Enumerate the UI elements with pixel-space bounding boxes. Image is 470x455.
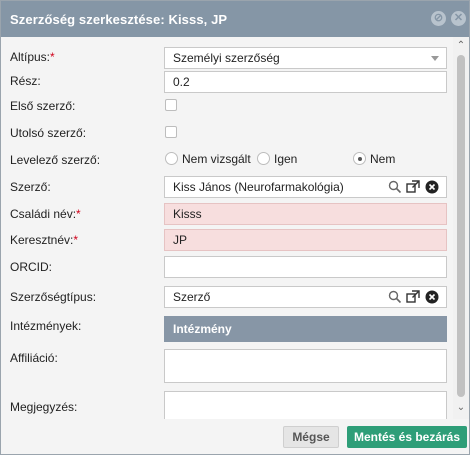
orcid-input[interactable] xyxy=(164,256,447,278)
clear-icon[interactable] xyxy=(425,180,439,194)
share-input[interactable]: 0.2 xyxy=(164,71,447,93)
authorship-type-value: Szerző xyxy=(173,290,211,304)
subtype-select[interactable]: Személyi szerzőség xyxy=(164,47,447,69)
row-authorship-type: Szerzőségtípus: Szerző xyxy=(1,278,453,308)
radio-circle-selected xyxy=(353,152,366,165)
given-name-input[interactable]: JP xyxy=(164,229,447,251)
row-affiliation: Affiliáció: xyxy=(1,344,453,386)
author-label: Szerző: xyxy=(10,180,51,194)
given-name-label: Keresztnév:* xyxy=(10,233,79,247)
row-share: Rész: 0.2 xyxy=(1,67,453,95)
row-institutions: Intézmények: Intézmény xyxy=(1,308,453,342)
row-given-name: Keresztnév:* JP xyxy=(1,224,453,252)
author-value: Kiss János (Neurofarmakológia) xyxy=(173,180,344,194)
chevron-down-icon[interactable]: ⌄ xyxy=(456,403,466,413)
form-body: Altípus:* Személyi szerzőség Rész: 0.2 E… xyxy=(1,37,453,419)
help-icon[interactable]: ⊘ xyxy=(431,11,446,26)
edit-authorship-dialog: Szerzőség szerkesztése: Kisss, JP ⊘ ✕ Al… xyxy=(0,0,470,455)
last-author-checkbox[interactable] xyxy=(165,126,177,138)
affiliation-label: Affiliáció: xyxy=(10,351,58,365)
orcid-label: ORCID: xyxy=(10,260,52,274)
share-label: Rész: xyxy=(10,74,41,88)
radio-label: Nem vizsgált xyxy=(182,152,251,166)
row-author: Szerző: Kiss János (Neurofarmakológia) xyxy=(1,170,453,198)
search-icon[interactable] xyxy=(388,290,402,304)
open-in-new-icon[interactable] xyxy=(406,180,420,194)
row-note: Megjegyzés: xyxy=(1,386,453,419)
row-last-author: Utolsó szerző: xyxy=(1,119,453,147)
scrollbar-thumb[interactable] xyxy=(457,55,465,397)
note-textarea[interactable] xyxy=(164,391,447,419)
row-orcid: ORCID: xyxy=(1,251,453,279)
dialog-title: Szerzőség szerkesztése: Kisss, JP xyxy=(10,12,228,27)
dialog-footer: Mégse Mentés és bezárás xyxy=(1,419,469,454)
family-name-label: Családi név:* xyxy=(10,207,81,221)
institutions-label: Intézmények: xyxy=(10,319,82,333)
last-author-label: Utolsó szerző: xyxy=(10,126,87,140)
subtype-label: Altípus:* xyxy=(10,50,55,64)
cancel-button[interactable]: Mégse xyxy=(283,426,339,448)
radio-circle xyxy=(257,152,270,165)
search-icon[interactable] xyxy=(388,180,402,194)
chevron-up-icon[interactable]: ⌃ xyxy=(456,41,466,51)
clear-icon[interactable] xyxy=(425,290,439,304)
save-and-close-button[interactable]: Mentés és bezárás xyxy=(347,426,467,448)
radio-circle xyxy=(165,152,178,165)
institutions-grid-header: Intézmény xyxy=(164,316,447,342)
chevron-down-icon xyxy=(431,56,439,61)
first-author-checkbox[interactable] xyxy=(165,99,177,111)
family-name-input[interactable]: Kisss xyxy=(164,203,447,225)
radio-label: Nem xyxy=(370,152,396,166)
subtype-value: Személyi szerzőség xyxy=(173,51,280,65)
dialog-titlebar: Szerzőség szerkesztése: Kisss, JP ⊘ ✕ xyxy=(1,1,469,37)
vertical-scrollbar[interactable]: ⌃ ⌄ xyxy=(453,37,469,419)
row-family-name: Családi név:* Kisss xyxy=(1,198,453,226)
open-in-new-icon[interactable] xyxy=(406,290,420,304)
row-first-author: Első szerző: xyxy=(1,92,453,120)
radio-label: Igen xyxy=(274,152,298,166)
first-author-label: Első szerző: xyxy=(10,99,76,113)
close-icon[interactable]: ✕ xyxy=(451,11,466,26)
authorship-type-label: Szerzőségtípus: xyxy=(10,290,97,304)
corresponding-label: Levelező szerző: xyxy=(10,153,101,167)
author-lookup-field[interactable]: Kiss János (Neurofarmakológia) xyxy=(164,176,447,198)
affiliation-textarea[interactable] xyxy=(164,349,447,383)
note-label: Megjegyzés: xyxy=(10,400,78,414)
authorship-type-lookup[interactable]: Szerző xyxy=(164,286,447,308)
